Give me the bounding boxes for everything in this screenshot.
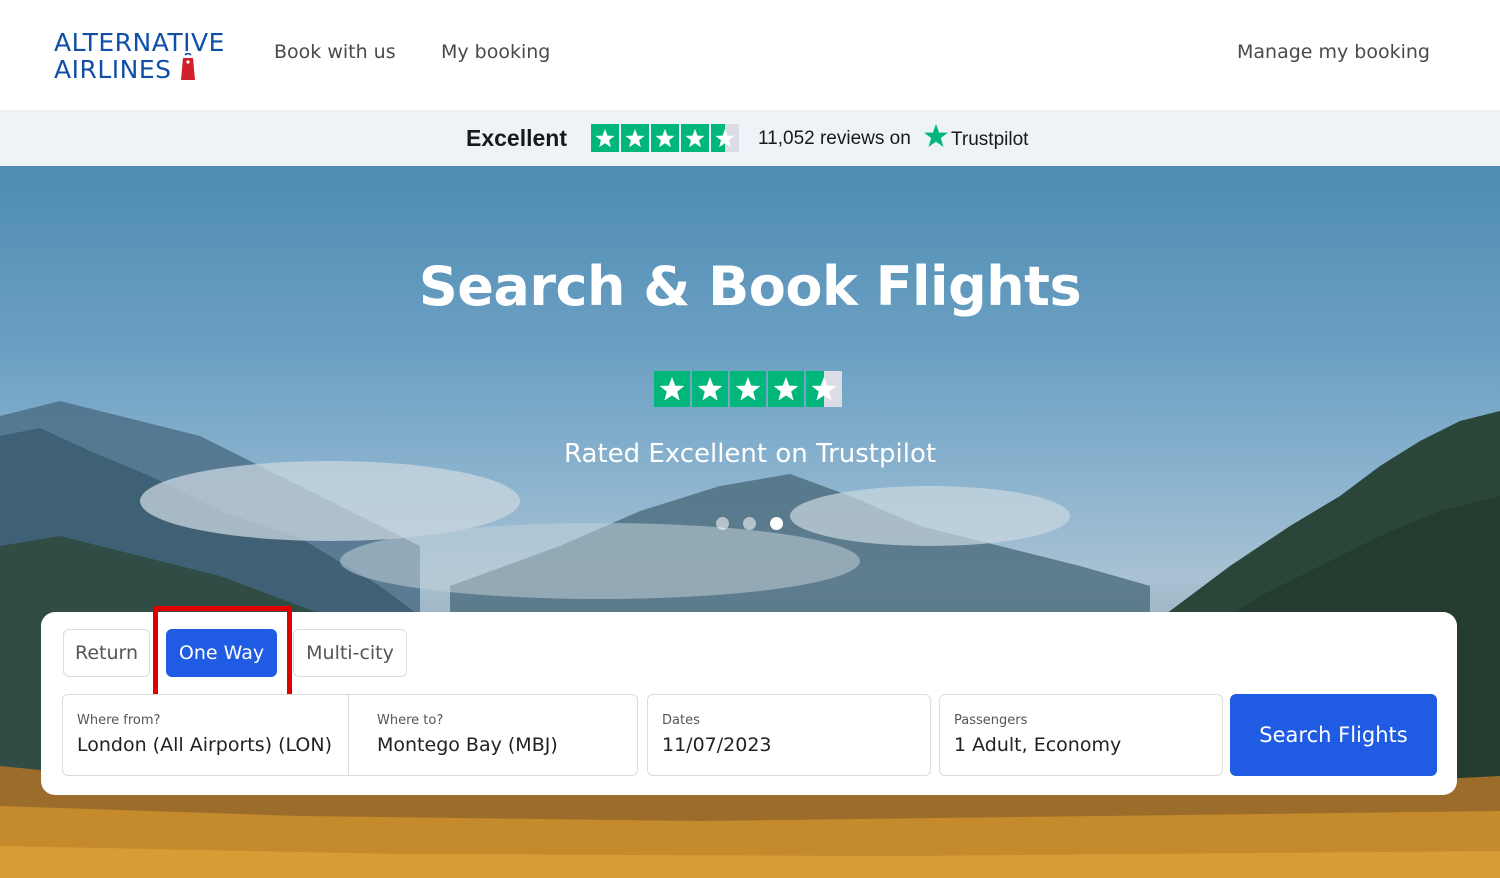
passengers-field[interactable]: Passengers 1 Adult, Economy <box>939 694 1223 776</box>
where-to-field[interactable]: Where to? Montego Bay (MBJ) <box>348 694 638 776</box>
dates-value: 11/07/2023 <box>662 734 772 756</box>
logo-text-line1: ALTERNATIVE <box>54 28 225 57</box>
search-flights-button[interactable]: Search Flights <box>1230 694 1437 776</box>
nav-book-with-us[interactable]: Book with us <box>274 40 396 64</box>
where-from-value: London (All Airports) (LON) <box>77 734 332 756</box>
carousel-dot-2[interactable] <box>743 517 756 530</box>
trustpilot-brand: Trustpilot <box>951 129 1029 150</box>
nav-manage-my-booking[interactable]: Manage my booking <box>1237 40 1430 64</box>
where-from-field[interactable]: Where from? London (All Airports) (LON) <box>62 694 350 776</box>
passengers-value: 1 Adult, Economy <box>954 734 1122 756</box>
trustpilot-rating-word: Excellent <box>466 125 567 151</box>
site-header: ALTERNATIVE AIRLINES Book with us My boo… <box>0 0 1500 110</box>
dates-field[interactable]: Dates 11/07/2023 <box>647 694 931 776</box>
hero-subtitle: Rated Excellent on Trustpilot <box>563 439 937 469</box>
carousel-dot-1[interactable] <box>716 517 729 530</box>
hero-title: Search & Book Flights <box>418 255 1082 318</box>
trustpilot-review-count: 11,052 reviews on <box>758 128 911 149</box>
trustpilot-bar[interactable]: Excellent 11,052 reviews on Trustpilot <box>0 110 1500 166</box>
logo-text-line2: AIRLINES <box>54 55 172 84</box>
tab-return[interactable]: Return <box>63 629 150 677</box>
trustpilot-star-icon <box>924 124 948 147</box>
where-to-value: Montego Bay (MBJ) <box>377 734 558 756</box>
highlight-annotation-box <box>153 606 292 699</box>
trustpilot-stars <box>591 124 739 152</box>
carousel-dot-3-active[interactable] <box>770 517 783 530</box>
where-from-label: Where from? <box>77 713 161 728</box>
hero-trustpilot-stars <box>654 371 842 407</box>
nav-my-booking[interactable]: My booking <box>441 40 550 64</box>
luggage-tag-icon <box>181 53 195 80</box>
alternative-airlines-logo[interactable]: ALTERNATIVE AIRLINES <box>54 28 234 86</box>
tab-multi-city[interactable]: Multi-city <box>293 629 407 677</box>
passengers-label: Passengers <box>954 713 1028 728</box>
carousel-dots <box>714 517 794 533</box>
where-to-label: Where to? <box>377 713 444 728</box>
flight-search-panel: Return One Way Multi-city Where from? Lo… <box>41 606 1457 795</box>
dates-label: Dates <box>662 713 700 728</box>
